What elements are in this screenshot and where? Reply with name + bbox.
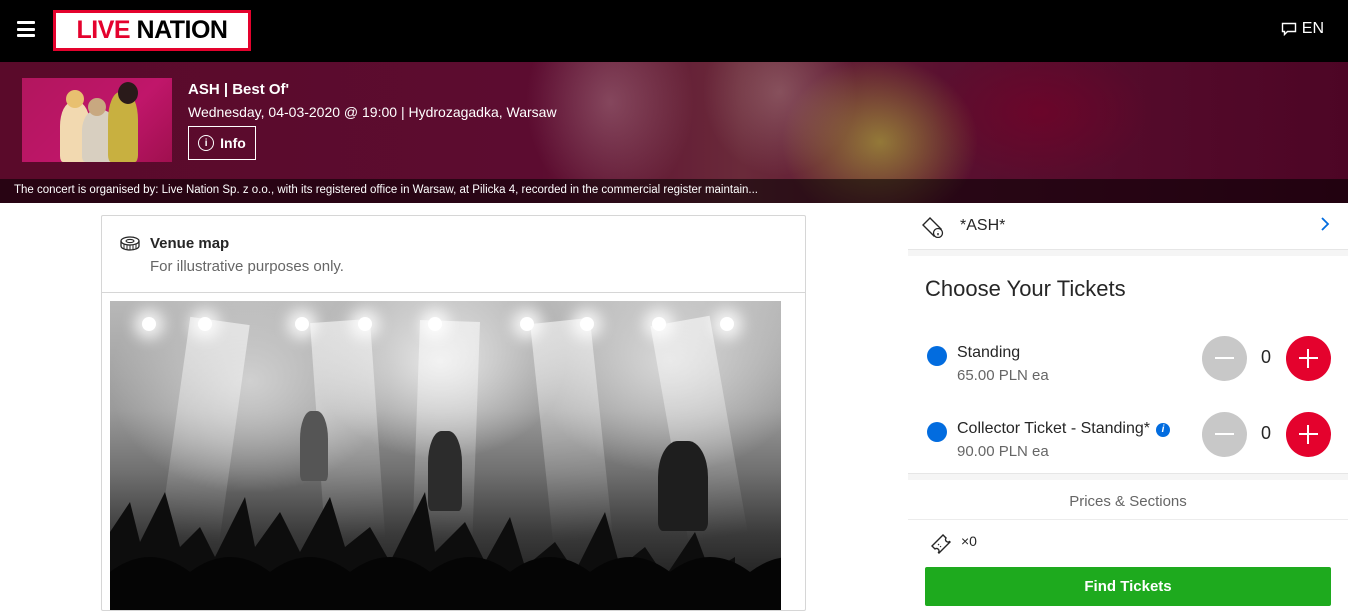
venue-map-card: Venue map For illustrative purposes only… <box>101 215 806 611</box>
organiser-notice[interactable]: The concert is organised by: Live Nation… <box>0 179 1348 203</box>
menu-icon[interactable] <box>17 21 35 37</box>
live-nation-logo[interactable]: LIVE NATION <box>53 10 251 51</box>
ticket-panel: *ASH* Choose Your Tickets Standing 65.00… <box>908 203 1348 616</box>
event-header: ASH | Best Of' Wednesday, 04-03-2020 @ 1… <box>0 62 1348 203</box>
ticket-tier: Standing 65.00 PLN ea 0 <box>908 336 1348 410</box>
decrease-button[interactable] <box>1202 336 1247 381</box>
stadium-icon <box>120 236 140 251</box>
tier-color-dot <box>927 346 947 366</box>
event-title: ASH | Best Of' <box>188 81 290 98</box>
crowd-silhouette <box>110 492 781 610</box>
decrease-button[interactable] <box>1202 412 1247 457</box>
chat-bubble-icon <box>1281 22 1296 36</box>
tier-price: 65.00 PLN ea <box>957 367 1049 384</box>
increase-button[interactable] <box>1286 412 1331 457</box>
info-icon: i <box>198 135 215 151</box>
logo-nation-text: NATION <box>136 16 228 44</box>
info-label: Info <box>220 135 246 151</box>
chevron-right-icon[interactable] <box>1320 216 1330 232</box>
ticket-count: ×0 <box>961 533 977 549</box>
tier-name: Collector Ticket - Standing* <box>957 420 1150 437</box>
venue-map-title: Venue map <box>150 235 230 252</box>
info-button[interactable]: i Info <box>188 126 256 160</box>
venue-map-note: For illustrative purposes only. <box>150 258 344 275</box>
choose-tickets-card: Choose Your Tickets Standing 65.00 PLN e… <box>908 256 1348 474</box>
checkout-bar: ×0 Find Tickets <box>908 520 1348 616</box>
event-filter-label: *ASH* <box>960 217 1006 234</box>
event-details: Wednesday, 04-03-2020 @ 19:00 | Hydrozag… <box>188 104 557 120</box>
language-selector[interactable]: EN <box>1281 20 1324 38</box>
logo-live-text: LIVE <box>76 16 131 44</box>
tier-color-dot <box>927 422 947 442</box>
tier-price: 90.00 PLN ea <box>957 443 1049 460</box>
find-tickets-button[interactable]: Find Tickets <box>925 567 1331 606</box>
info-icon[interactable]: i <box>1155 422 1170 437</box>
venue-photo <box>110 301 781 610</box>
language-label: EN <box>1301 20 1324 37</box>
increase-button[interactable] <box>1286 336 1331 381</box>
tier-name: Standing <box>957 344 1021 361</box>
choose-tickets-heading: Choose Your Tickets <box>925 276 1126 301</box>
prices-sections-link[interactable]: Prices & Sections <box>908 480 1348 520</box>
ticket-filter-icon <box>922 217 944 238</box>
tier-name-wrap: Collector Ticket - Standing* i <box>957 420 1170 438</box>
event-filter-row[interactable]: *ASH* <box>908 203 1348 250</box>
ticket-tier: Collector Ticket - Standing* i 90.00 PLN … <box>908 412 1348 486</box>
top-nav: LIVE NATION EN <box>0 0 1348 62</box>
tier-quantity: 0 <box>1260 423 1271 443</box>
venue-map-header: Venue map For illustrative purposes only… <box>102 216 805 293</box>
ticket-icon <box>931 534 951 554</box>
divider <box>908 473 1348 474</box>
tier-quantity: 0 <box>1260 347 1271 367</box>
event-thumbnail <box>22 78 172 162</box>
